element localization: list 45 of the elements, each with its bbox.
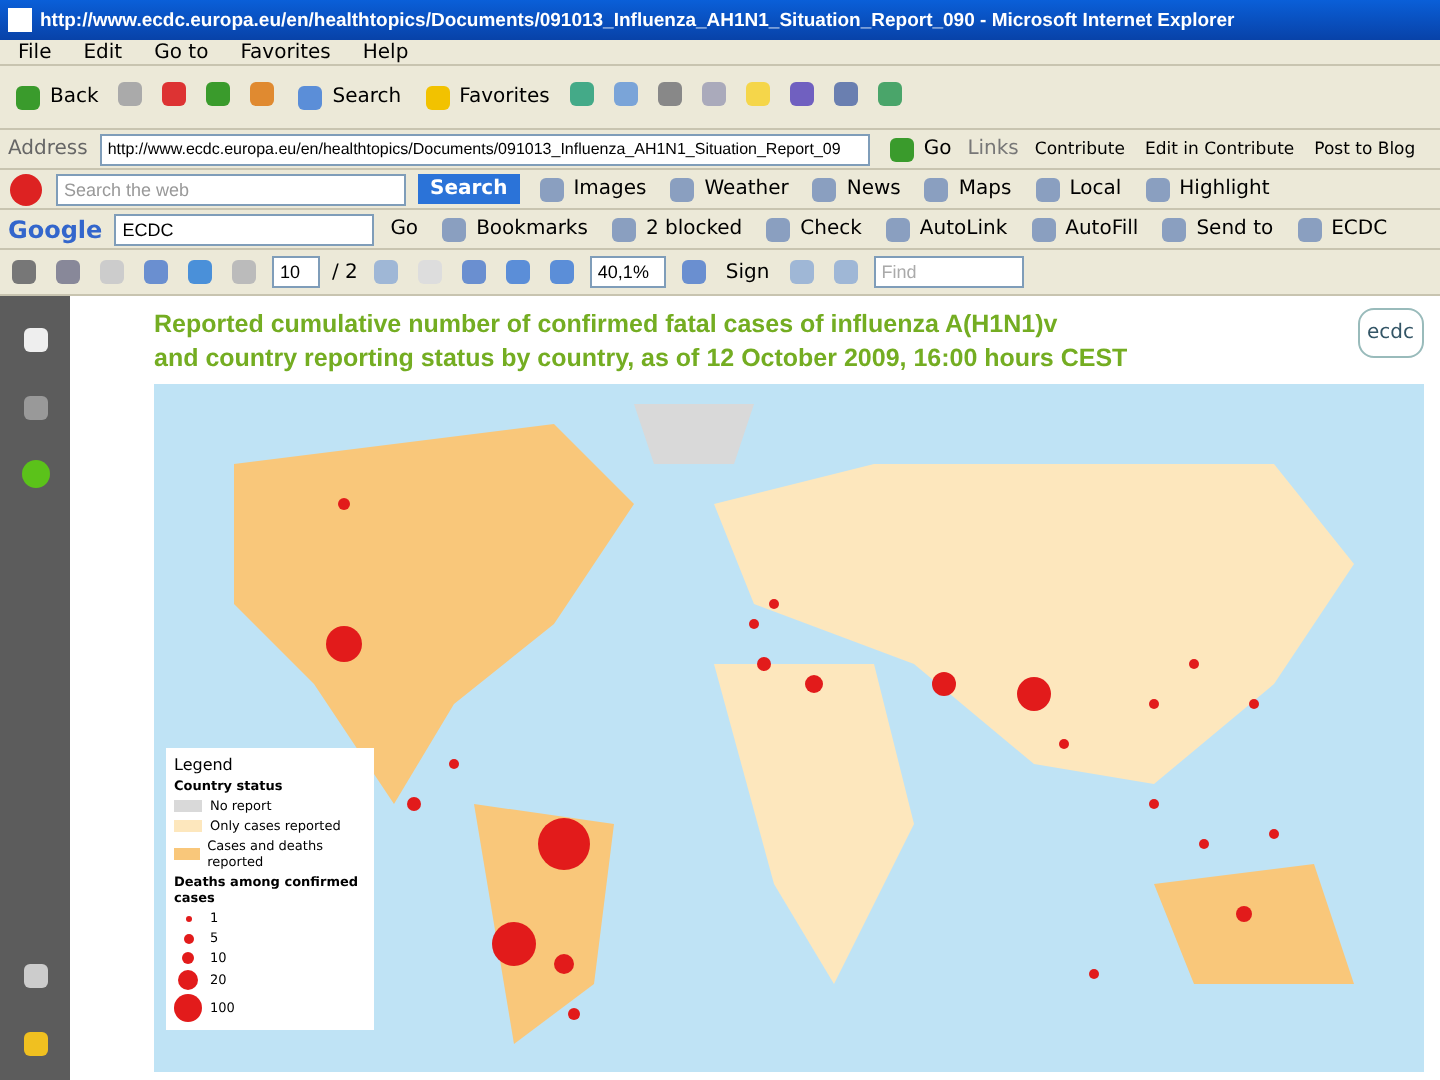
toolbar-button[interactable]: Send to [1154, 210, 1278, 248]
toolbar-button[interactable]: Maps [916, 170, 1016, 208]
zoom-field[interactable]: 40,1% [589, 256, 666, 288]
toolbar-button[interactable]: ECDC [1289, 210, 1392, 248]
search-button[interactable]: Search [418, 174, 520, 204]
death-dot-icon [178, 970, 198, 990]
google-search-field[interactable]: ECDC [114, 213, 375, 245]
menu-item[interactable]: Favorites [230, 41, 341, 63]
death-dot-icon [174, 994, 202, 1022]
toolbar-button[interactable]: 2 blocked [603, 210, 747, 248]
toolbar-button[interactable]: Check [758, 210, 866, 248]
ecdc-logo: ecdc [1357, 308, 1424, 358]
toolbar-button[interactable]: Local [1027, 170, 1126, 208]
toolbar-link[interactable]: Edit in Contribute [1140, 135, 1299, 163]
page-number-field[interactable]: 10 [272, 256, 320, 288]
links-label[interactable]: Links [967, 138, 1019, 160]
legend-title: Legend [174, 756, 235, 774]
toolbar-button[interactable]: Bookmarks [434, 210, 592, 248]
death-dot-icon [183, 933, 193, 943]
window-title: http://www.ecdc.europa.eu/en/healthtopics/Documents/091013_Influenza_AH1N1_Situation_Report_090 - Microsoft Internet Explorer [40, 9, 1235, 31]
toolbar-button[interactable]: Images [531, 170, 651, 208]
menu-item[interactable]: Help [352, 41, 419, 63]
toolbar-button[interactable]: News [804, 170, 905, 208]
back-button[interactable]: Back [8, 77, 103, 117]
search-button[interactable]: Search [290, 77, 406, 117]
address-label: Address [8, 138, 88, 160]
death-dot-icon [185, 915, 191, 921]
toolbar-button[interactable]: Weather [662, 170, 793, 208]
go-button[interactable]: Go [881, 130, 956, 168]
menu-item[interactable]: File [8, 41, 62, 63]
toolbar-button[interactable]: AutoLink [877, 210, 1012, 248]
page-total: / 2 [332, 261, 358, 283]
address-field[interactable]: http://www.ecdc.europa.eu/en/healthtopics/Documents/091013_Influenza_AH1N1_Situation_Report_09 [99, 133, 870, 165]
menu-item[interactable]: Edit [73, 41, 133, 63]
toolbar-button[interactable]: AutoFill [1023, 210, 1143, 248]
toolbar-button[interactable]: Highlight [1137, 170, 1274, 208]
google-logo: Google [8, 215, 103, 243]
sign-button[interactable]: Sign [721, 257, 774, 287]
menu-item[interactable]: Go to [144, 41, 219, 63]
death-dot-icon [182, 952, 194, 964]
toolbar-link[interactable]: Contribute [1030, 135, 1129, 163]
toolbar-link[interactable]: Post to Blog [1310, 135, 1420, 163]
go-button[interactable]: Go [386, 214, 423, 244]
favorites-button[interactable]: Favorites [417, 77, 554, 117]
document-title: Reported cumulative number of confirmed fatal cases of influenza A(H1N1)v and country reporting status by country, as of 12 October 2009, 16:00 hours CEST [154, 308, 1128, 376]
